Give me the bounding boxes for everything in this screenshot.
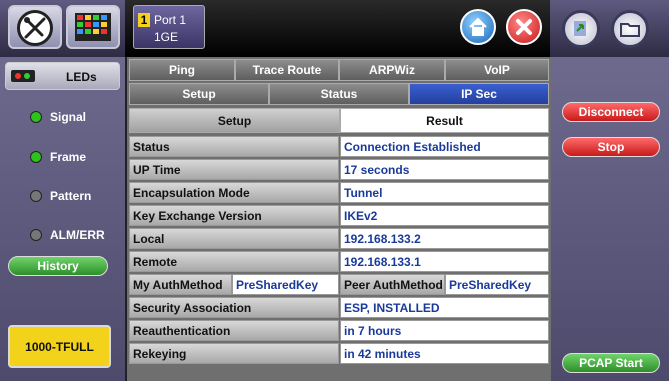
- row-label: Reauthentication: [129, 320, 339, 341]
- led-label: Pattern: [50, 189, 92, 203]
- my-auth-label: My AuthMethod: [129, 274, 232, 295]
- folder-button[interactable]: [611, 10, 649, 48]
- row-label: Security Association: [129, 297, 339, 318]
- row-value: ESP, INSTALLED: [340, 297, 549, 318]
- led-green-icon: [30, 111, 42, 123]
- my-auth-value: PreSharedKey: [232, 274, 339, 295]
- apps-grid-button[interactable]: [66, 5, 120, 49]
- row-label: Key Exchange Version: [129, 205, 339, 226]
- peer-auth-value: PreSharedKey: [445, 274, 549, 295]
- row-value: in 42 minutes: [340, 343, 549, 364]
- tab-trace-route[interactable]: Trace Route: [235, 59, 339, 81]
- mode-indicator: 1000-TFULL: [8, 325, 111, 368]
- tab-arpwiz[interactable]: ARPWiz: [339, 59, 445, 81]
- led-label: Signal: [50, 110, 87, 124]
- row-value: 192.168.133.2: [340, 228, 549, 249]
- port-number: 1: [138, 13, 150, 27]
- leds-indicator-icon: [11, 70, 35, 82]
- row-value: 192.168.133.1: [340, 251, 549, 272]
- led-pattern: Pattern: [30, 185, 91, 207]
- history-button[interactable]: History: [8, 256, 108, 276]
- tools-button[interactable]: [8, 5, 62, 49]
- led-frame: Frame: [30, 146, 86, 168]
- close-button[interactable]: [506, 9, 542, 45]
- led-off-icon: [30, 190, 42, 202]
- leds-header: LEDs: [5, 62, 120, 90]
- row-label: Encapsulation Mode: [129, 182, 339, 203]
- tab-voip[interactable]: VoIP: [445, 59, 549, 81]
- tab-setup[interactable]: Setup: [129, 83, 269, 105]
- row-label: Remote: [129, 251, 339, 272]
- leds-label: LEDs: [66, 70, 97, 84]
- row-value: Connection Established: [340, 136, 549, 157]
- port-tile[interactable]: 1 Port 1 1GE: [133, 5, 205, 49]
- port-title: Port 1: [154, 13, 187, 27]
- tab-ip-sec[interactable]: IP Sec: [409, 83, 549, 105]
- row-label: Rekeying: [129, 343, 339, 364]
- peer-auth-label: Peer AuthMethod: [340, 274, 445, 295]
- file-export-icon: [574, 21, 586, 36]
- port-speed: 1GE: [154, 30, 179, 44]
- pcap-start-button[interactable]: PCAP Start: [562, 353, 660, 373]
- stop-button[interactable]: Stop: [562, 137, 660, 157]
- row-label: Status: [129, 136, 339, 157]
- led-green-icon: [30, 151, 42, 163]
- led-label: ALM/ERR: [50, 228, 105, 242]
- tab-status[interactable]: Status: [269, 83, 409, 105]
- tools-icon: [17, 10, 53, 46]
- tab-ping[interactable]: Ping: [129, 59, 235, 81]
- led-alm-err: ALM/ERR: [30, 224, 105, 246]
- folder-icon: [620, 23, 640, 37]
- disconnect-button[interactable]: Disconnect: [562, 102, 660, 122]
- row-value: 17 seconds: [340, 159, 549, 180]
- row-label: UP Time: [129, 159, 339, 180]
- tab-inner-result[interactable]: Result: [340, 108, 549, 133]
- file-browser-button[interactable]: [562, 10, 600, 48]
- row-value: Tunnel: [340, 182, 549, 203]
- row-value: in 7 hours: [340, 320, 549, 341]
- row-value: IKEv2: [340, 205, 549, 226]
- row-label: Local: [129, 228, 339, 249]
- led-label: Frame: [50, 150, 87, 164]
- home-button[interactable]: [460, 9, 496, 45]
- led-off-icon: [30, 229, 42, 241]
- close-icon: [516, 19, 532, 35]
- tab-inner-setup[interactable]: Setup: [129, 108, 340, 133]
- apps-grid-icon: [75, 13, 111, 41]
- home-icon: [469, 17, 487, 36]
- led-signal: Signal: [30, 106, 86, 128]
